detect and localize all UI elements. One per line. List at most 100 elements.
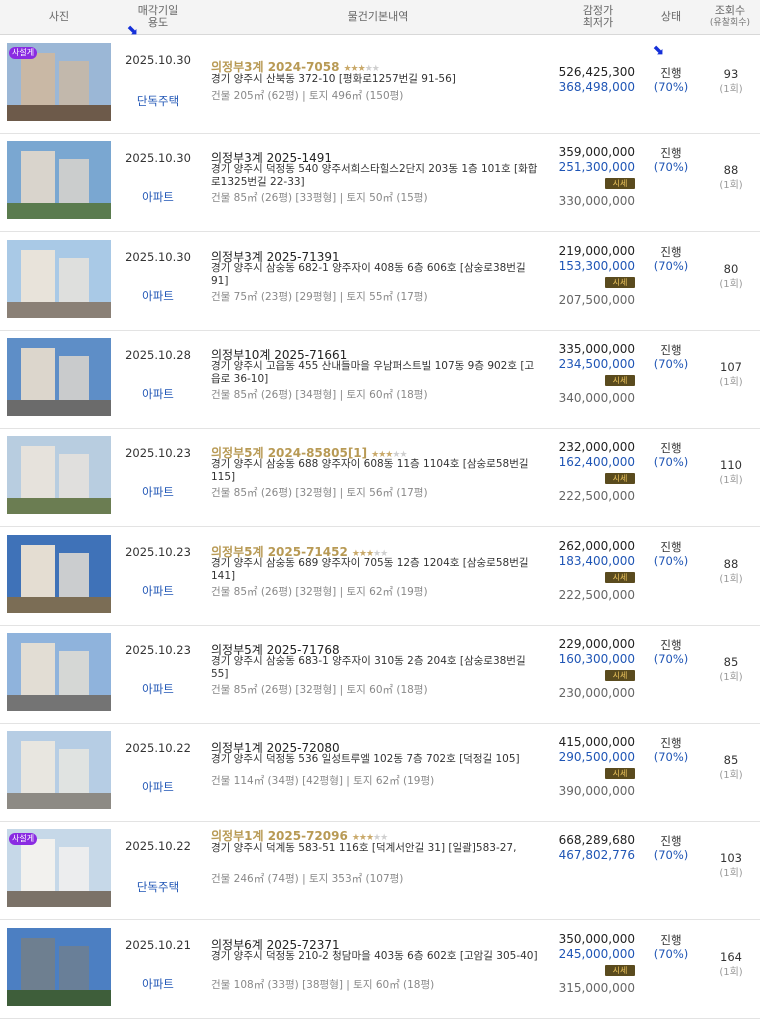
status-label: 진행: [660, 66, 682, 80]
property-photo[interactable]: [7, 436, 111, 515]
appraisal-price: 262,000,000: [558, 538, 635, 553]
fail-count: (1회): [719, 376, 743, 388]
property-use-link[interactable]: 아파트: [118, 976, 198, 992]
minimum-ratio: (70%): [653, 160, 689, 175]
table-row[interactable]: 2025.10.30 아파트 의정부3계 2025-1491 경기 양주시 덕정동 …: [0, 133, 760, 233]
property-address: 경기 양주시 삼숭동 689 양주자이 705동 12층 1204호 [삼숭로5…: [211, 556, 529, 582]
minimum-price: 368,498,000: [558, 80, 635, 94]
table-row[interactable]: 2025.10.22 아파트 의정부1계 2025-72080 경기 양주시 덕정동…: [0, 723, 760, 823]
property-use-link[interactable]: 아파트: [118, 583, 198, 599]
property-area: 건물 75㎡ (23평) [29평형] | 토지 55㎡ (17평): [211, 290, 428, 303]
minimum-ratio: (70%): [653, 848, 689, 863]
property-photo[interactable]: [7, 632, 111, 711]
property-photo[interactable]: [7, 141, 111, 220]
market-price-icon[interactable]: 시세: [605, 669, 635, 681]
property-address: 경기 양주시 삼숭동 682-1 양주자이 408동 6층 606호 [삼숭로3…: [211, 261, 526, 287]
property-area: 건물 205㎡ (62평) | 토지 496㎡ (150평): [211, 90, 404, 102]
dotted-arrow-icon: ⬊: [126, 22, 138, 38]
property-address: 경기 양주시 덕정동 540 양주서희스타힐스2단지 203동 1층 101호 …: [211, 163, 538, 189]
appraisal-price: 219,000,000: [558, 243, 635, 258]
market-price: 207,500,000: [558, 292, 635, 307]
property-photo[interactable]: [7, 239, 111, 318]
property-area: 건물 85㎡ (26평) [33평형] | 토지 50㎡ (15평): [211, 192, 428, 205]
table-row[interactable]: 사설게 2025.10.30 단독주택 의정부3계 2024-7058 ★★★★★ 경기…: [0, 35, 760, 134]
market-price: 390,000,000: [558, 784, 635, 799]
property-use-link[interactable]: 아파트: [118, 484, 198, 500]
sale-date: 2025.10.23: [125, 544, 191, 559]
property-address: 경기 양주시 덕정동 210-2 청담마을 403동 6층 602호 [고암길 …: [211, 949, 538, 962]
sale-date: 2025.10.30: [125, 53, 191, 67]
table-row[interactable]: 2025.10.28 아파트 의정부10계 2025-71661 경기 양주시 고읍…: [0, 330, 760, 429]
market-price-icon[interactable]: 시세: [605, 768, 635, 780]
minimum-ratio: (70%): [653, 356, 689, 371]
market-price-label: 시세: [612, 375, 628, 385]
property-address: 경기 양주시 삼숭동 688 양주자이 608동 11층 1104호 [삼숭로5…: [211, 458, 529, 484]
case-number: 의정부3계 2024-7058: [211, 60, 340, 74]
fail-count: (1회): [719, 84, 743, 95]
status-label: 진행: [660, 932, 682, 947]
appraisal-price: 415,000,000: [558, 735, 635, 750]
minimum-price: 290,500,000: [558, 750, 635, 765]
property-use-link[interactable]: 단독주택: [118, 879, 198, 895]
property-use-link[interactable]: 단독주택: [118, 93, 198, 109]
header-views-label: 조회수: [714, 4, 746, 17]
view-count: 107: [720, 359, 742, 374]
header-fail-count: (유찰회수): [709, 18, 751, 28]
view-count: 110: [720, 458, 742, 473]
appraisal-price: 350,000,000: [558, 931, 635, 946]
fail-count: (1회): [719, 278, 743, 290]
header-views: 조회수 (유찰회수): [700, 0, 760, 34]
market-price-icon[interactable]: 시세: [605, 473, 635, 485]
table-row[interactable]: 2025.10.23 아파트 의정부5계 2025-71452 ★★★★★ 경기 양주…: [0, 527, 760, 626]
market-price: 222,500,000: [558, 489, 635, 504]
property-area: 건물 85㎡ (26평) [32평형] | 토지 60㎡ (18평): [211, 683, 428, 696]
property-area: 건물 85㎡ (26평) [32평형] | 토지 56㎡ (17평): [211, 487, 428, 500]
status-label: 진행: [660, 834, 682, 849]
market-price: 330,000,000: [558, 194, 635, 209]
market-price-icon[interactable]: 시세: [605, 964, 635, 976]
view-count: 88: [723, 163, 739, 178]
property-use-link[interactable]: 아파트: [118, 288, 198, 304]
market-price: 230,000,000: [558, 685, 635, 700]
property-photo[interactable]: [7, 534, 111, 613]
property-use-link[interactable]: 아파트: [118, 779, 198, 795]
market-price-label: 시세: [612, 670, 628, 680]
table-row[interactable]: 2025.10.23 아파트 의정부5계 2024-85805[1] ★★★★★ 경기…: [0, 428, 760, 528]
property-use-link[interactable]: 아파트: [118, 386, 198, 402]
status-label: 진행: [660, 637, 682, 652]
table-row[interactable]: 2025.10.23 아파트 의정부5계 2025-71768 경기 양주시 삼숭동…: [0, 625, 760, 724]
market-price-icon[interactable]: 시세: [605, 571, 635, 583]
property-address: 경기 양주시 산북동 372-10 [평화로1257번길 91-56]: [211, 73, 456, 85]
status-label: 진행: [660, 244, 682, 259]
market-price-icon[interactable]: 시세: [605, 178, 635, 190]
fail-count: (1회): [719, 868, 743, 880]
view-count: 85: [723, 753, 739, 768]
market-price-icon[interactable]: 시세: [605, 374, 635, 386]
minimum-ratio: (70%): [653, 651, 689, 666]
status-label: 진행: [660, 441, 682, 456]
minimum-price: 162,400,000: [558, 455, 635, 470]
market-price-label: 시세: [612, 474, 628, 484]
property-use-link[interactable]: 아파트: [118, 681, 198, 697]
property-area: 건물 246㎡ (74평) | 토지 353㎡ (107평): [211, 873, 404, 886]
property-use-link[interactable]: 아파트: [118, 189, 198, 205]
property-area: 건물 108㎡ (33평) [38평형] | 토지 60㎡ (18평): [211, 978, 435, 991]
minimum-price: 234,500,000: [558, 356, 635, 371]
property-photo[interactable]: 사설게: [7, 43, 111, 121]
header-status: 상태: [660, 10, 682, 23]
table-row[interactable]: 사설게 2025.10.22 단독주택 의정부1계 2025-72096 ★★★★★ 경…: [0, 821, 760, 921]
status-label: 진행: [660, 342, 682, 357]
appraisal-price: 232,000,000: [558, 440, 635, 455]
property-photo[interactable]: [7, 731, 111, 810]
property-address: 경기 양주시 삼숭동 683-1 양주자이 310동 2층 204호 [삼숭로3…: [211, 654, 526, 680]
property-area: 건물 85㎡ (26평) [34평형] | 토지 60㎡ (18평): [211, 388, 428, 401]
market-price-icon[interactable]: 시세: [605, 276, 635, 288]
property-photo[interactable]: 사설게: [7, 829, 111, 908]
property-photo[interactable]: [7, 337, 111, 416]
private-auction-badge: 사설게: [9, 833, 38, 846]
property-photo[interactable]: [7, 927, 111, 1006]
table-row[interactable]: 2025.10.30 아파트 의정부3계 2025-71391 경기 양주시 삼숭동…: [0, 232, 760, 331]
fail-count: (1회): [719, 475, 743, 487]
appraisal-price: 526,425,300: [558, 65, 635, 79]
appraisal-price: 359,000,000: [558, 145, 635, 160]
